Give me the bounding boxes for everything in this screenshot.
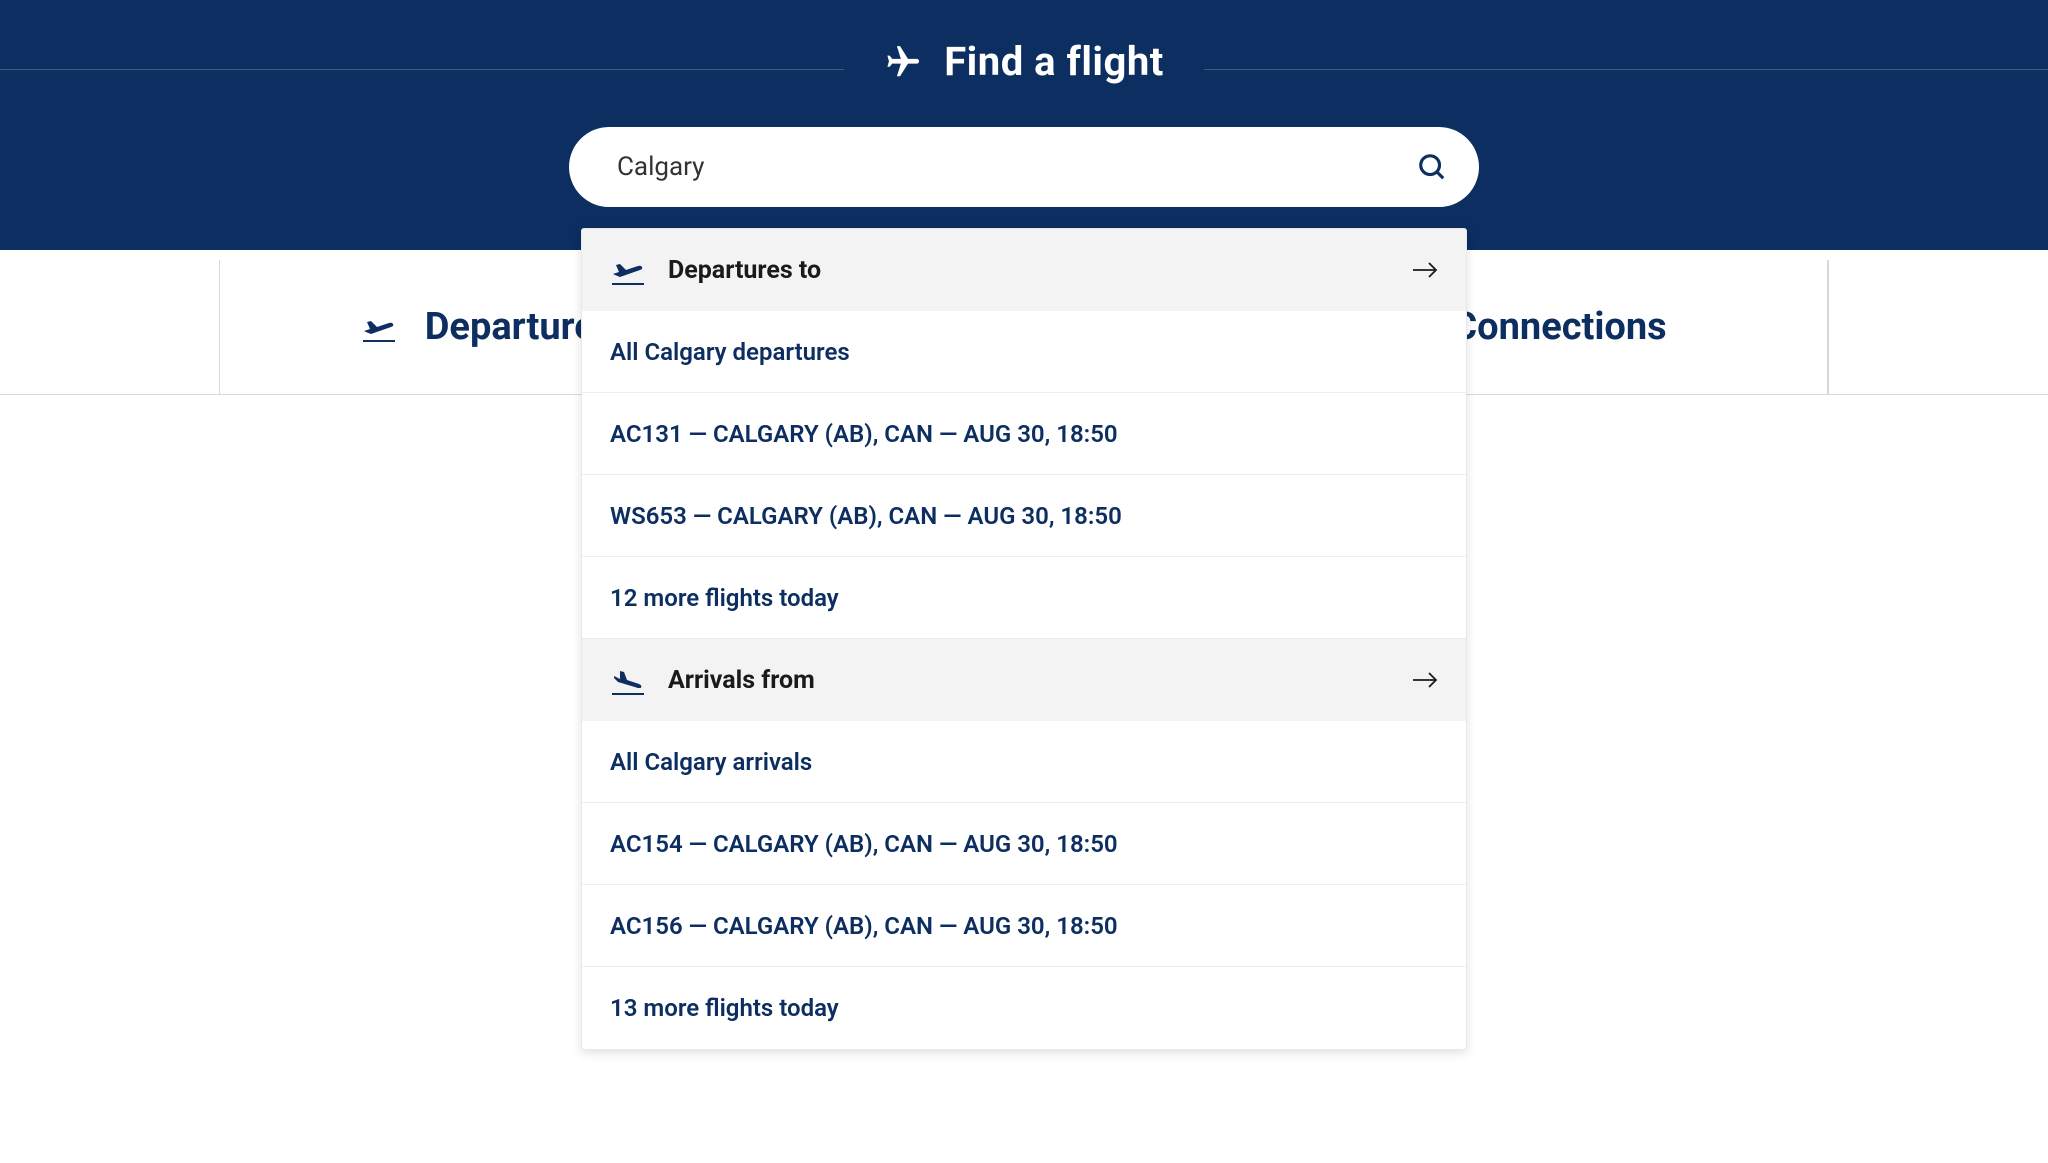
search-input[interactable]: [617, 152, 1417, 182]
arrow-right-icon: [1412, 260, 1438, 280]
tab-spacer: [1828, 260, 2048, 394]
dropdown-item-label: 12 more flights today: [610, 584, 839, 612]
dropdown-item-label: AC156 — CALGARY (AB), CAN — AUG 30, 18:5…: [610, 912, 1118, 940]
search-icon[interactable]: [1417, 152, 1447, 182]
landing-icon: [610, 662, 646, 698]
tab-connections-label: Connections: [1452, 305, 1666, 349]
arrival-flight-item[interactable]: AC154 — CALGARY (AB), CAN — AUG 30, 18:5…: [582, 803, 1466, 885]
departure-flight-item[interactable]: AC131 — CALGARY (AB), CAN — AUG 30, 18:5…: [582, 393, 1466, 475]
takeoff-icon: [610, 252, 646, 288]
departures-section-header[interactable]: Departures to: [582, 229, 1466, 311]
all-departures-link[interactable]: All Calgary departures: [582, 311, 1466, 393]
departure-flight-item[interactable]: WS653 — CALGARY (AB), CAN — AUG 30, 18:5…: [582, 475, 1466, 557]
search-results-dropdown: Departures to All Calgary departures AC1…: [581, 228, 1467, 1050]
arrow-right-icon: [1412, 670, 1438, 690]
dropdown-item-label: All Calgary arrivals: [610, 748, 812, 776]
page-title: Find a flight: [944, 38, 1164, 85]
more-arrivals-link[interactable]: 13 more flights today: [582, 967, 1466, 1049]
dropdown-item-label: WS653 — CALGARY (AB), CAN — AUG 30, 18:5…: [610, 502, 1122, 530]
header-banner: Find a flight: [0, 0, 2048, 250]
arrivals-header-label: Arrivals from: [668, 666, 1390, 695]
more-departures-link[interactable]: 12 more flights today: [582, 557, 1466, 639]
airplane-icon: [884, 43, 922, 81]
dropdown-item-label: 13 more flights today: [610, 994, 839, 1022]
tab-spacer: [0, 260, 220, 394]
dropdown-item-label: All Calgary departures: [610, 338, 850, 366]
header-title: Find a flight: [844, 38, 1204, 85]
arrival-flight-item[interactable]: AC156 — CALGARY (AB), CAN — AUG 30, 18:5…: [582, 885, 1466, 967]
search-container: [569, 127, 1479, 207]
takeoff-icon: [361, 309, 397, 345]
all-arrivals-link[interactable]: All Calgary arrivals: [582, 721, 1466, 803]
departures-header-label: Departures to: [668, 256, 1390, 285]
arrivals-section-header[interactable]: Arrivals from: [582, 639, 1466, 721]
dropdown-item-label: AC154 — CALGARY (AB), CAN — AUG 30, 18:5…: [610, 830, 1118, 858]
dropdown-item-label: AC131 — CALGARY (AB), CAN — AUG 30, 18:5…: [610, 420, 1118, 448]
